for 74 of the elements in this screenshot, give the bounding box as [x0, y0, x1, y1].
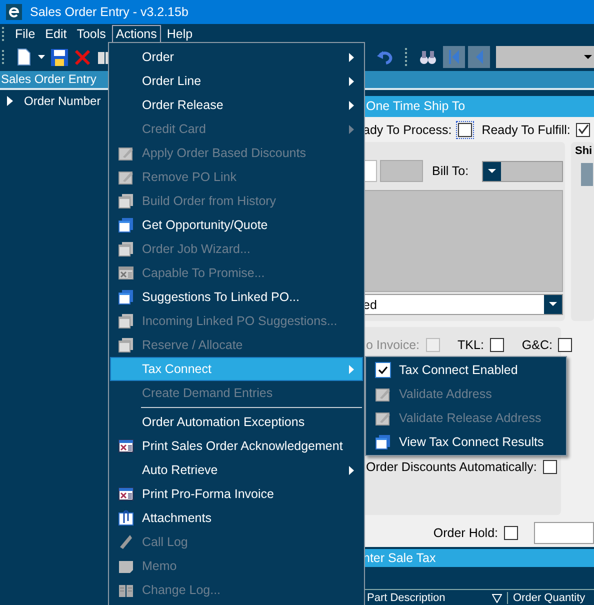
window-title: Sales Order Entry - v3.2.15b: [30, 5, 188, 19]
menu-item[interactable]: Help: [162, 25, 197, 43]
menu-item[interactable]: File: [11, 25, 40, 43]
window-icon: [375, 434, 391, 450]
checkbox[interactable]: [490, 338, 504, 352]
field-label: G&C:: [522, 338, 552, 352]
menu-item[interactable]: Order: [110, 45, 363, 69]
document-icon: [118, 438, 134, 454]
field-label: Bill To:: [432, 164, 469, 178]
panel-title: Shi: [575, 145, 594, 157]
checkbox[interactable]: [558, 338, 572, 352]
document-icon: [118, 486, 134, 502]
paperclip-icon: [118, 510, 134, 526]
checkbox[interactable]: [504, 526, 518, 540]
field-label: TKL:: [458, 338, 484, 352]
window-icon: [118, 217, 134, 233]
window-icon: [118, 289, 134, 305]
submenu-arrow-icon: [349, 52, 354, 62]
submenu-arrow-icon: [349, 124, 354, 134]
menu-item[interactable]: Edit: [41, 25, 71, 43]
note-icon: [118, 558, 134, 574]
edit-icon: [118, 169, 134, 185]
delete-icon[interactable]: [74, 48, 91, 66]
tree-item-label: Order Number: [24, 94, 101, 108]
field-label: Ready To Fulfill:: [482, 122, 570, 136]
field-label: Order Hold:: [433, 526, 498, 540]
window-icon: [118, 337, 134, 353]
field-label: o Invoice:: [366, 338, 420, 352]
sidebar-title: Sales Order Entry: [0, 71, 110, 90]
menu-item[interactable]: Print Pro-Forma Invoice: [110, 482, 363, 506]
edit-icon: [375, 386, 391, 402]
checkbox[interactable]: [458, 122, 472, 136]
document-icon: [118, 265, 134, 281]
menu-item[interactable]: Order Line: [110, 69, 363, 93]
window-icon: [118, 241, 134, 257]
submenu-arrow-icon: [349, 100, 354, 110]
menu-item[interactable]: Tax Connect Enabled: [367, 358, 565, 382]
caret-icon[interactable]: [38, 54, 45, 60]
column-header[interactable]: Part Description: [363, 592, 489, 604]
menu-item[interactable]: View Tax Connect Results: [367, 430, 565, 454]
submenu-arrow-icon: [349, 76, 354, 86]
menu-item[interactable]: Get Opportunity/Quote: [110, 213, 363, 237]
section-title: One Time Ship To: [366, 99, 466, 113]
menu-item[interactable]: Attachments: [110, 506, 363, 530]
menu-item[interactable]: Suggestions To Linked PO...: [110, 285, 363, 309]
menu-item[interactable]: Auto Retrieve: [110, 458, 363, 482]
filter-icon[interactable]: [492, 594, 502, 602]
caret-icon: [549, 302, 557, 307]
tree-item[interactable]: Order Number: [0, 90, 110, 112]
app-logo-icon: [6, 4, 22, 20]
checkbox[interactable]: [576, 122, 590, 136]
edit-icon: [375, 410, 391, 426]
column-header[interactable]: Order Quantity: [507, 592, 586, 604]
caret-icon: [488, 168, 496, 174]
undo-icon[interactable]: [377, 49, 395, 65]
text-field[interactable]: [380, 160, 423, 182]
expander-icon[interactable]: [6, 96, 14, 106]
bill-to-dropdown[interactable]: [482, 160, 563, 182]
menu-item[interactable]: Tools: [72, 25, 110, 43]
field-label: Order Discounts Automatically:: [366, 460, 537, 474]
menu-item[interactable]: Order Release: [110, 93, 363, 117]
submenu-arrow-icon: [349, 466, 354, 474]
text-field[interactable]: [534, 522, 594, 544]
submenu-arrow-icon: [349, 364, 354, 374]
caret-icon: [584, 54, 592, 60]
first-record-icon: [447, 49, 461, 65]
window-icon: [118, 193, 134, 209]
save-icon[interactable]: [51, 48, 68, 66]
binoculars-icon[interactable]: [419, 49, 437, 65]
new-document-icon[interactable]: [16, 48, 32, 66]
edit-icon: [118, 145, 134, 161]
window-icon: [118, 313, 134, 329]
checkbox[interactable]: [542, 460, 557, 474]
menu-item[interactable]: Print Sales Order Acknowledgement: [110, 434, 363, 458]
